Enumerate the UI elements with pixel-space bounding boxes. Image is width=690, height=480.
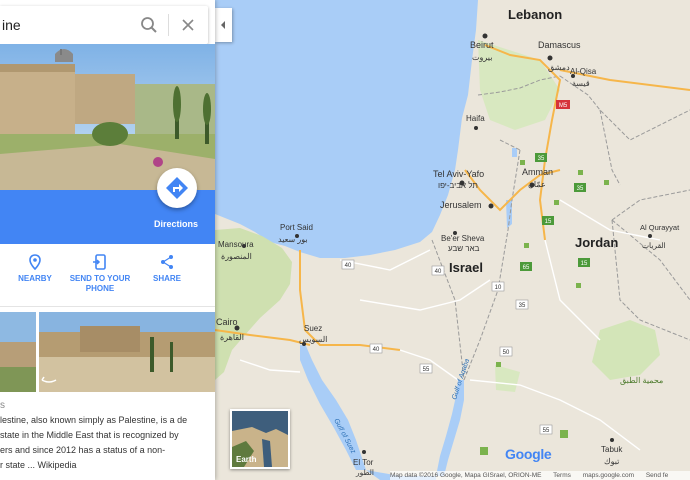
share-label: SHARE xyxy=(152,274,181,283)
svg-text:10: 10 xyxy=(495,285,502,291)
svg-text:دمشق: دمشق xyxy=(548,63,570,72)
photo-thumbnail-2[interactable] xyxy=(39,312,215,392)
send-to-phone-icon xyxy=(93,254,106,270)
country-label-jordan: Jordan xyxy=(575,235,618,250)
earth-view-toggle[interactable]: Earth xyxy=(230,409,290,469)
svg-text:الطور: الطور xyxy=(355,468,374,477)
svg-text:Cairo: Cairo xyxy=(216,317,238,327)
side-panel: Directions NEARBY SEND TO YOUR PHONE SHA… xyxy=(0,0,215,480)
svg-text:Suez: Suez xyxy=(304,324,322,333)
svg-text:Port Said: Port Said xyxy=(280,223,313,232)
svg-text:Al Qurayyat: Al Qurayyat xyxy=(640,223,680,232)
svg-text:40: 40 xyxy=(373,347,380,353)
svg-text:55: 55 xyxy=(543,428,550,434)
description-line-2: state in the Middle East that is recogni… xyxy=(0,430,179,440)
nearby-label: NEARBY xyxy=(18,274,52,283)
share-icon xyxy=(161,255,173,269)
region-label-reserve: محمية الطبق xyxy=(620,376,663,385)
svg-text:65: 65 xyxy=(523,265,530,271)
description-heading: s xyxy=(0,400,5,411)
svg-text:المنصورة: المنصورة xyxy=(221,252,252,261)
svg-text:Haifa: Haifa xyxy=(466,114,485,123)
svg-text:Be'er Sheva: Be'er Sheva xyxy=(441,234,485,243)
svg-text:تبوك: تبوك xyxy=(604,457,619,466)
svg-text:قيسة: قيسة xyxy=(572,79,590,88)
close-icon[interactable] xyxy=(180,17,196,33)
city-beer-sheva[interactable]: Be'er Sheva באר שבע xyxy=(441,231,485,253)
send-to-phone-button[interactable]: SEND TO YOUR PHONE xyxy=(65,250,135,294)
svg-text:15: 15 xyxy=(545,219,552,225)
terms-link[interactable]: Terms xyxy=(553,472,571,479)
collapse-panel-button[interactable] xyxy=(215,8,232,42)
caret-left-icon xyxy=(221,21,225,29)
send-to-phone-label-2: PHONE xyxy=(85,284,115,293)
map-footer: Map data ©2016 Google, Mapa GISrael, ORI… xyxy=(390,471,690,480)
svg-text:بيروت: بيروت xyxy=(472,53,492,62)
map-data-attribution: Map data ©2016 Google, Mapa GISrael, ORI… xyxy=(390,472,542,479)
svg-text:35: 35 xyxy=(519,303,526,309)
svg-text:Amman: Amman xyxy=(522,167,553,177)
svg-text:Tabuk: Tabuk xyxy=(601,445,623,454)
svg-text:Mansoura: Mansoura xyxy=(218,240,254,249)
description-line-1: lestine, also known simply as Palestine,… xyxy=(0,415,188,425)
country-label-lebanon: Lebanon xyxy=(508,7,562,22)
search-icon[interactable] xyxy=(140,16,158,34)
action-row: NEARBY SEND TO YOUR PHONE SHARE xyxy=(0,250,215,305)
svg-text:50: 50 xyxy=(503,350,510,356)
svg-text:السويس: السويس xyxy=(299,335,327,344)
search-input[interactable] xyxy=(0,6,132,44)
svg-text:Jerusalem: Jerusalem xyxy=(440,200,482,210)
description-line-3: ers and since 2012 has a status of a non… xyxy=(0,445,166,455)
svg-text:Beirut: Beirut xyxy=(470,40,494,50)
sea-of-galilee-water xyxy=(512,148,517,157)
nearby-button[interactable]: NEARBY xyxy=(0,250,70,284)
maps-url: maps.google.com xyxy=(582,472,634,479)
svg-text:35: 35 xyxy=(577,186,584,192)
svg-text:40: 40 xyxy=(345,263,352,269)
directions-button[interactable] xyxy=(157,168,197,208)
photo-thumbnails xyxy=(0,312,215,392)
svg-text:באר שבע: באר שבע xyxy=(448,244,480,253)
earth-label: Earth xyxy=(236,455,257,464)
svg-text:15: 15 xyxy=(581,261,588,267)
svg-text:القريات: القريات xyxy=(642,241,666,250)
photo-thumbnail-1[interactable] xyxy=(0,312,36,392)
svg-text:El Tor: El Tor xyxy=(353,458,374,467)
svg-text:Al-Qisa: Al-Qisa xyxy=(570,67,597,76)
svg-text:תל אביב-יפו: תל אביב-יפו xyxy=(438,181,478,190)
svg-text:عمّان: عمّان xyxy=(528,180,546,189)
svg-text:بور سعيد: بور سعيد xyxy=(278,235,308,244)
place-description: s lestine, also known simply as Palestin… xyxy=(0,398,215,473)
svg-text:Tel Aviv-Yafo: Tel Aviv-Yafo xyxy=(433,169,484,179)
svg-text:M5: M5 xyxy=(559,103,568,109)
send-to-phone-label-1: SEND TO YOUR xyxy=(69,274,131,283)
photo-strip xyxy=(0,312,215,392)
svg-text:35: 35 xyxy=(538,156,545,162)
country-label-israel: Israel xyxy=(449,260,483,275)
search-divider xyxy=(168,14,169,36)
directions-label[interactable]: Directions xyxy=(140,219,212,229)
directions-icon xyxy=(166,177,188,199)
search-box xyxy=(0,6,208,44)
svg-text:القاهرة: القاهرة xyxy=(220,333,244,342)
location-pin-icon xyxy=(29,254,41,270)
section-divider xyxy=(0,306,215,307)
send-feedback-link[interactable]: Send fe xyxy=(646,472,668,479)
svg-text:55: 55 xyxy=(423,367,430,373)
svg-text:Damascus: Damascus xyxy=(538,40,581,50)
share-button[interactable]: SHARE xyxy=(132,250,202,284)
svg-text:40: 40 xyxy=(435,269,442,275)
google-logo: Google xyxy=(505,446,552,462)
description-line-4[interactable]: r state ... Wikipedia xyxy=(0,458,215,473)
